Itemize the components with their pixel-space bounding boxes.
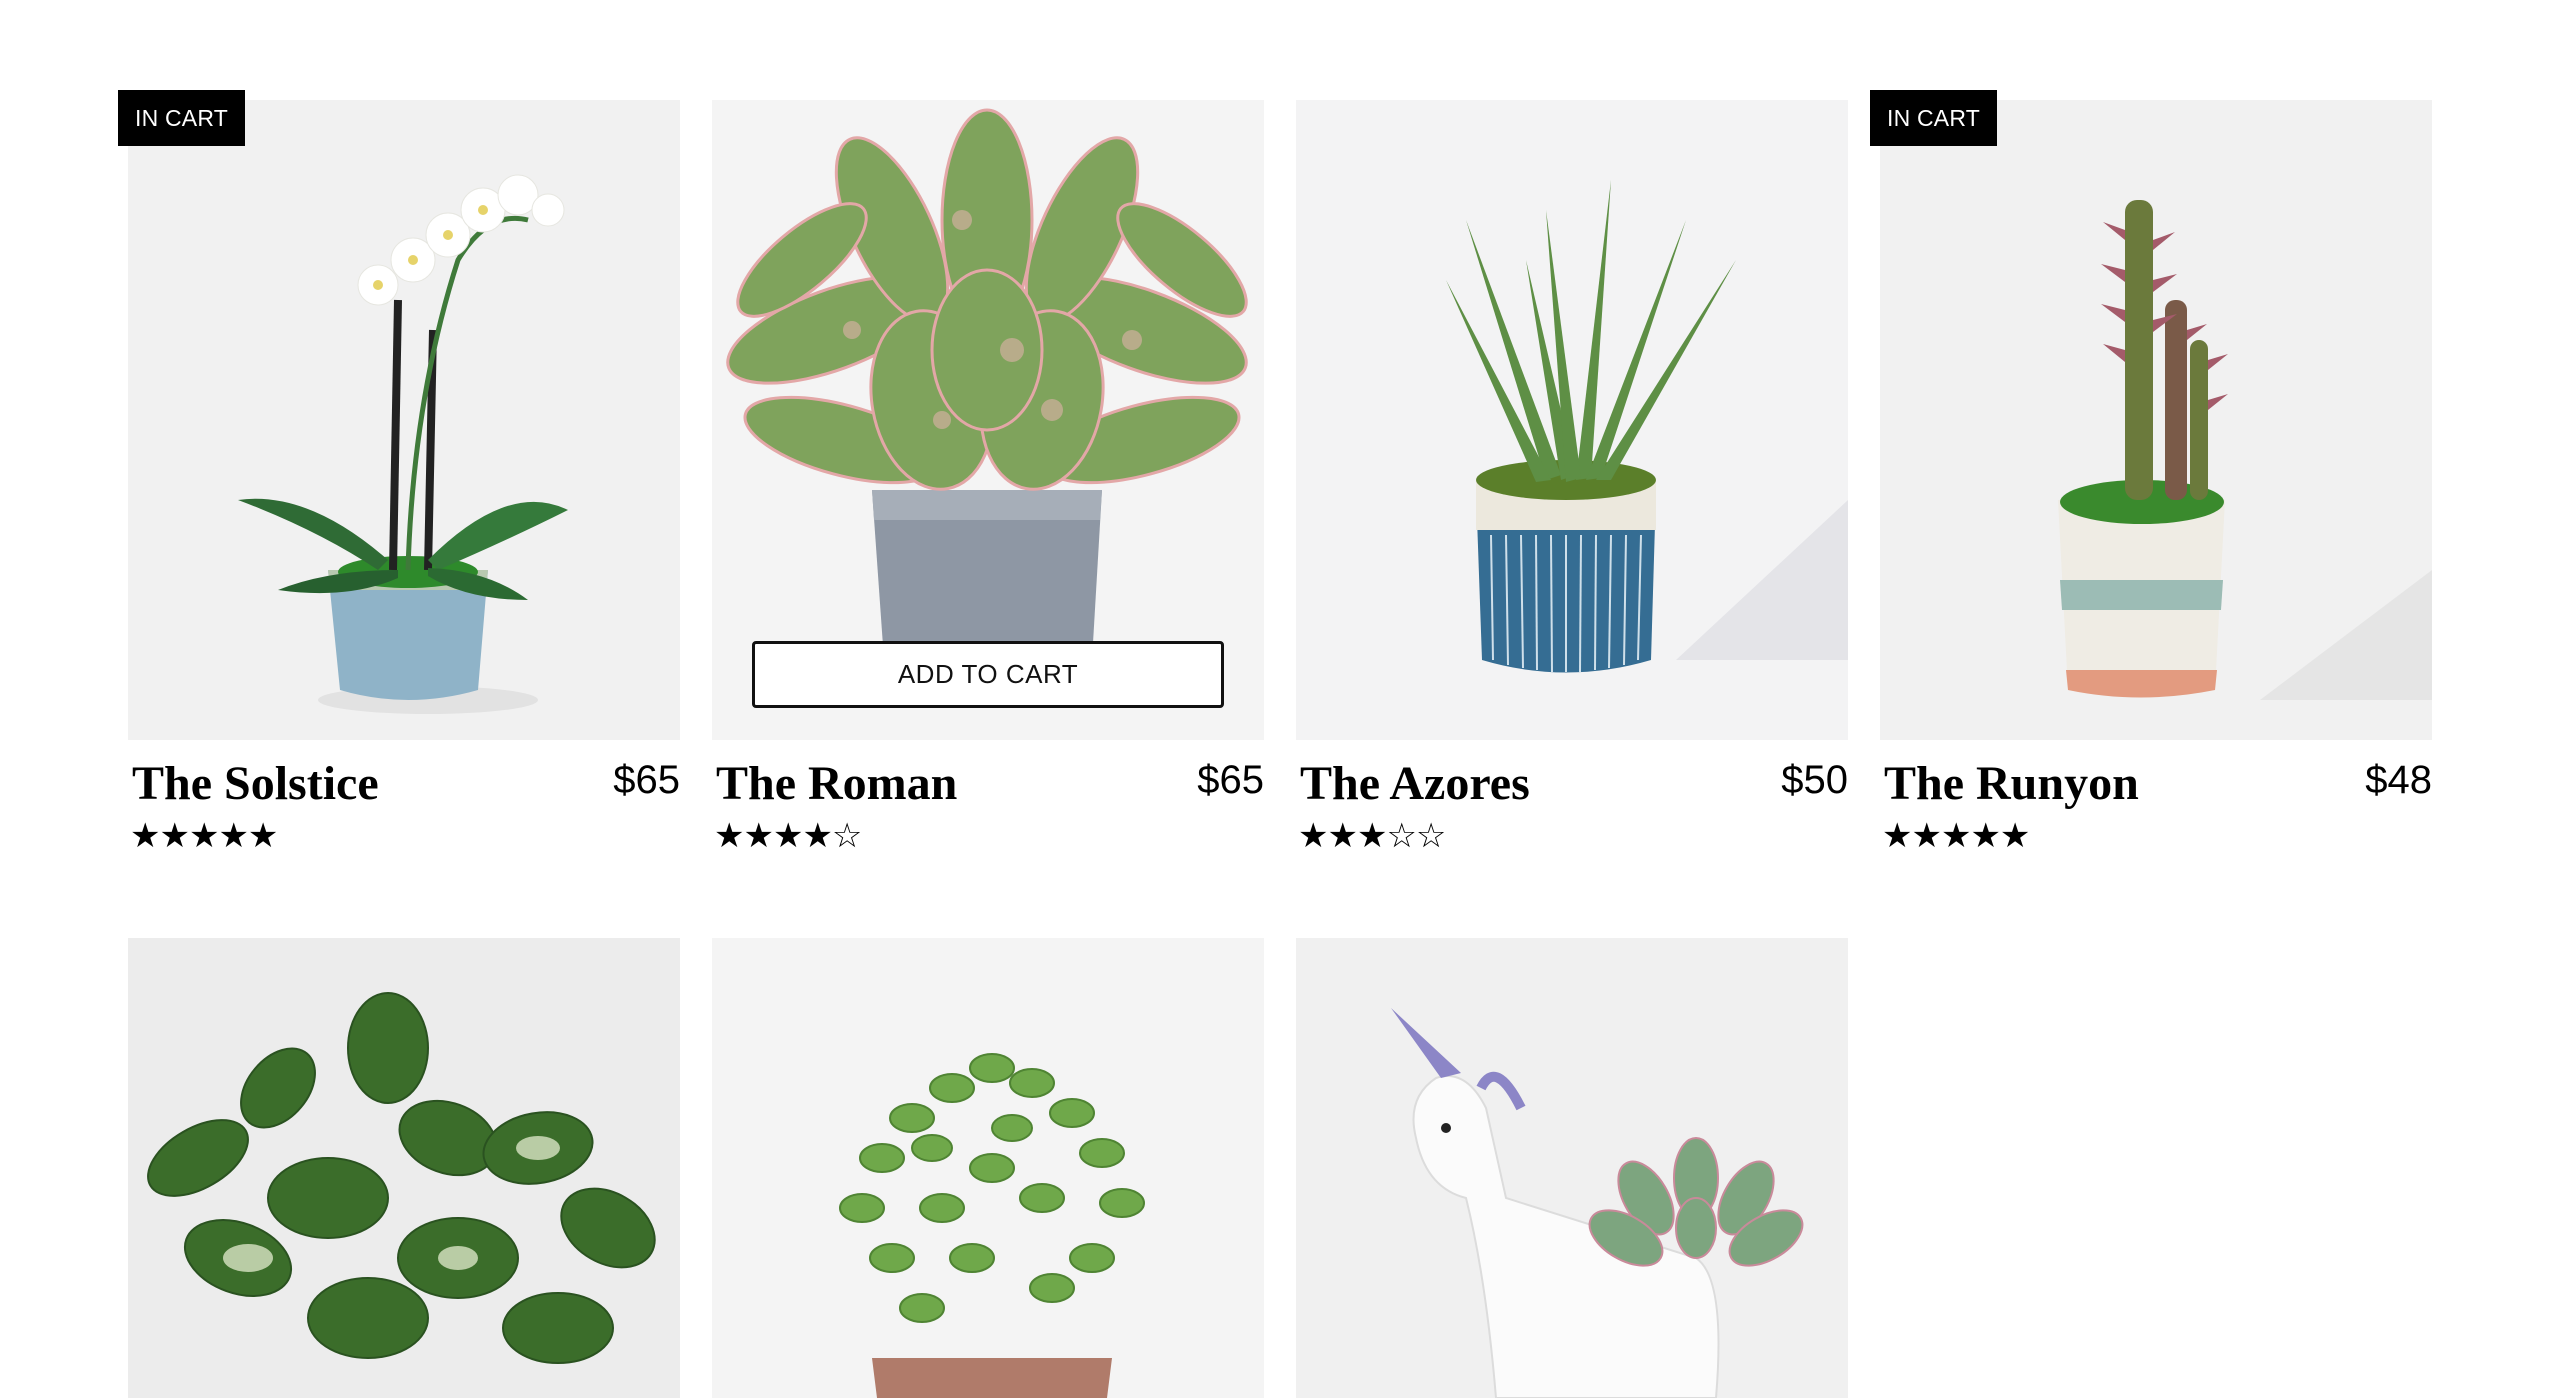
rating-stars: ★★★★★ bbox=[1882, 816, 2030, 856]
rating-stars: ★★★☆☆ bbox=[1298, 816, 1446, 856]
product-card-jade[interactable] bbox=[712, 938, 1264, 1398]
product-price: $65 bbox=[1197, 758, 1264, 802]
rating-stars: ★★★★★ bbox=[130, 816, 278, 856]
in-cart-badge: IN CART bbox=[118, 90, 245, 146]
product-card-runyon[interactable]: IN CART The Runyon $48 ★★★★★ bbox=[1870, 90, 2432, 856]
product-name[interactable]: The Azores bbox=[1300, 756, 1530, 812]
in-cart-badge: IN CART bbox=[1870, 90, 1997, 146]
add-to-cart-button[interactable]: ADD TO CART bbox=[752, 641, 1224, 708]
aloe-plant-image bbox=[1296, 100, 1848, 740]
product-name[interactable]: The Solstice bbox=[132, 756, 379, 812]
jade-plant-image bbox=[712, 938, 1264, 1398]
product-image[interactable] bbox=[1296, 938, 1848, 1398]
product-grid: IN CART The Solstice $65 ★★★★★ ADD TO CA… bbox=[118, 90, 2432, 1398]
orchid-plant-image bbox=[128, 100, 680, 740]
product-price: $50 bbox=[1781, 758, 1848, 802]
rating-stars: ★★★★☆ bbox=[714, 816, 862, 856]
pothos-plant-image bbox=[128, 938, 680, 1398]
product-image[interactable]: ADD TO CART bbox=[712, 100, 1264, 740]
product-price: $65 bbox=[613, 758, 680, 802]
product-image[interactable] bbox=[712, 938, 1264, 1398]
product-card-roman[interactable]: ADD TO CART The Roman $65 ★★★★☆ bbox=[712, 100, 1264, 856]
product-name[interactable]: The Runyon bbox=[1884, 756, 2139, 812]
product-card-azores[interactable]: The Azores $50 ★★★☆☆ bbox=[1296, 100, 1848, 856]
product-image[interactable] bbox=[1296, 100, 1848, 740]
product-image[interactable] bbox=[1880, 100, 2432, 740]
product-price: $48 bbox=[2365, 758, 2432, 802]
product-card-solstice[interactable]: IN CART The Solstice $65 ★★★★★ bbox=[118, 90, 680, 856]
product-name[interactable]: The Roman bbox=[716, 756, 957, 812]
product-card-unicorn[interactable] bbox=[1296, 938, 1848, 1398]
unicorn-planter-image bbox=[1296, 938, 1848, 1398]
product-image[interactable] bbox=[128, 938, 680, 1398]
cactus-plant-image bbox=[1880, 100, 2432, 740]
product-card-pothos[interactable] bbox=[128, 938, 680, 1398]
product-image[interactable] bbox=[128, 100, 680, 740]
